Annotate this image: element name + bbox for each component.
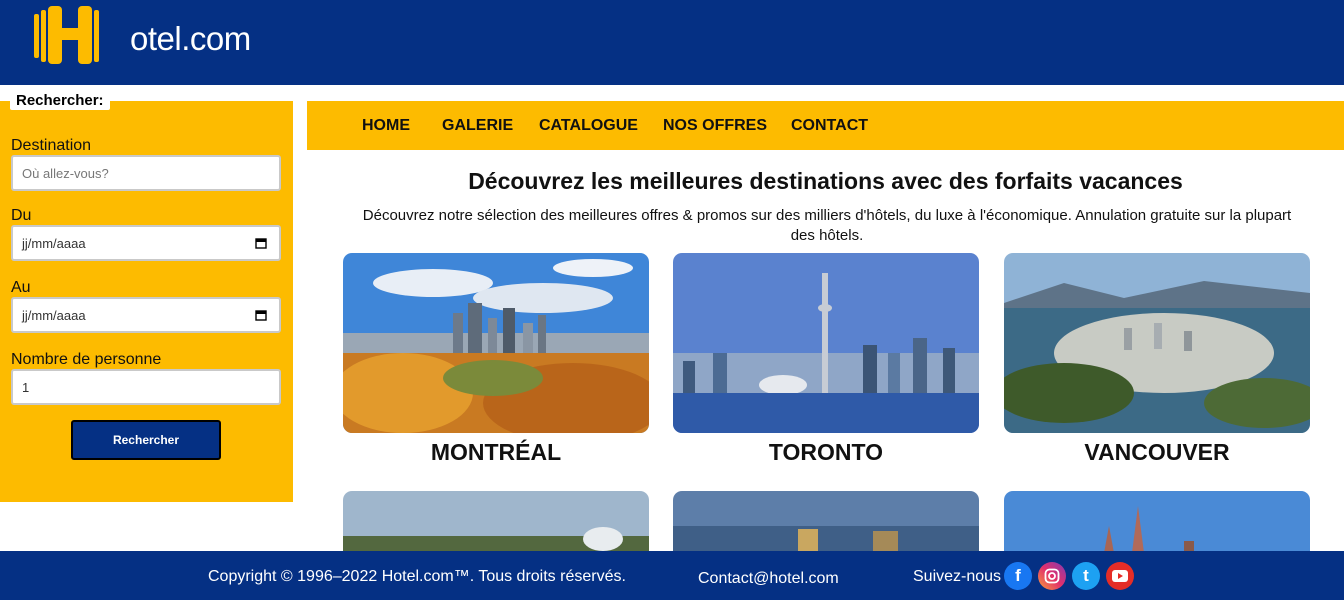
from-date-value: jj/mm/aaaa — [22, 235, 86, 251]
destination-card-vancouver[interactable]: VANCOUVER — [1004, 253, 1310, 466]
search-panel: Rechercher: Destination Où allez-vous? D… — [0, 91, 293, 502]
destination-image[interactable] — [343, 491, 649, 553]
destination-image[interactable] — [1004, 491, 1310, 553]
nav-nos-offres[interactable]: NOS OFFRES — [663, 117, 767, 135]
destination-name: TORONTO — [768, 439, 884, 465]
vancouver-image[interactable] — [1004, 253, 1310, 433]
to-date-value: jj/mm/aaaa — [22, 307, 86, 323]
nav-galerie[interactable]: GALERIE — [442, 117, 513, 135]
destination-input[interactable]: Où allez-vous? — [11, 155, 281, 191]
site-footer: Copyright © 1996–2022 Hotel.com™. Tous d… — [0, 551, 1344, 600]
copyright-text: Copyright © 1996–2022 Hotel.com™. Tous d… — [208, 568, 626, 585]
montreal-image[interactable] — [343, 253, 649, 433]
search-button[interactable]: Rechercher — [71, 420, 221, 460]
to-date-label: Au — [11, 279, 31, 296]
destination-card-row2-1[interactable] — [343, 491, 649, 553]
destination-card-montreal[interactable]: MONTRÉAL — [343, 253, 649, 466]
destination-image[interactable] — [673, 491, 979, 553]
instagram-icon[interactable] — [1038, 562, 1066, 590]
page-title: Découvrez les meilleures destinations av… — [468, 168, 1183, 194]
people-label: Nombre de personne — [11, 351, 162, 368]
nav-home[interactable]: HOME — [362, 117, 410, 135]
to-date-input[interactable]: jj/mm/aaaa — [11, 297, 281, 333]
logo-text: otel.com — [130, 20, 251, 57]
nav-catalogue[interactable]: CATALOGUE — [539, 117, 638, 135]
destination-card-row2-3[interactable] — [1004, 491, 1310, 553]
destination-name: VANCOUVER — [1084, 439, 1230, 465]
main-nav: HOME GALERIE CATALOGUE NOS OFFRES CONTAC… — [307, 101, 1344, 150]
facebook-icon[interactable]: f — [1004, 562, 1032, 590]
calendar-icon[interactable] — [255, 309, 267, 321]
youtube-icon[interactable] — [1106, 562, 1134, 590]
from-date-label: Du — [11, 207, 32, 224]
destination-label: Destination — [11, 137, 92, 154]
search-legend: Rechercher: — [10, 91, 110, 110]
destination-card-toronto[interactable]: TORONTO — [673, 253, 979, 466]
contact-link[interactable]: Contact@hotel.com — [698, 570, 839, 588]
destination-name: MONTRÉAL — [430, 439, 562, 465]
site-header: otel.com — [0, 0, 1344, 85]
follow-label: Suivez-nous — [913, 568, 1002, 585]
toronto-image[interactable] — [673, 253, 979, 433]
people-input[interactable]: 1 — [11, 369, 281, 405]
page-subtitle: Découvrez notre sélection des meilleures… — [362, 207, 1292, 244]
nav-contact[interactable]: CONTACT — [791, 117, 868, 135]
calendar-icon[interactable] — [255, 237, 267, 249]
destination-card-row2-2[interactable] — [673, 491, 979, 553]
twitter-icon[interactable]: t — [1072, 562, 1100, 590]
hotel-logo[interactable]: otel.com — [34, 4, 254, 66]
from-date-input[interactable]: jj/mm/aaaa — [11, 225, 281, 261]
logo-h-icon — [34, 6, 99, 64]
